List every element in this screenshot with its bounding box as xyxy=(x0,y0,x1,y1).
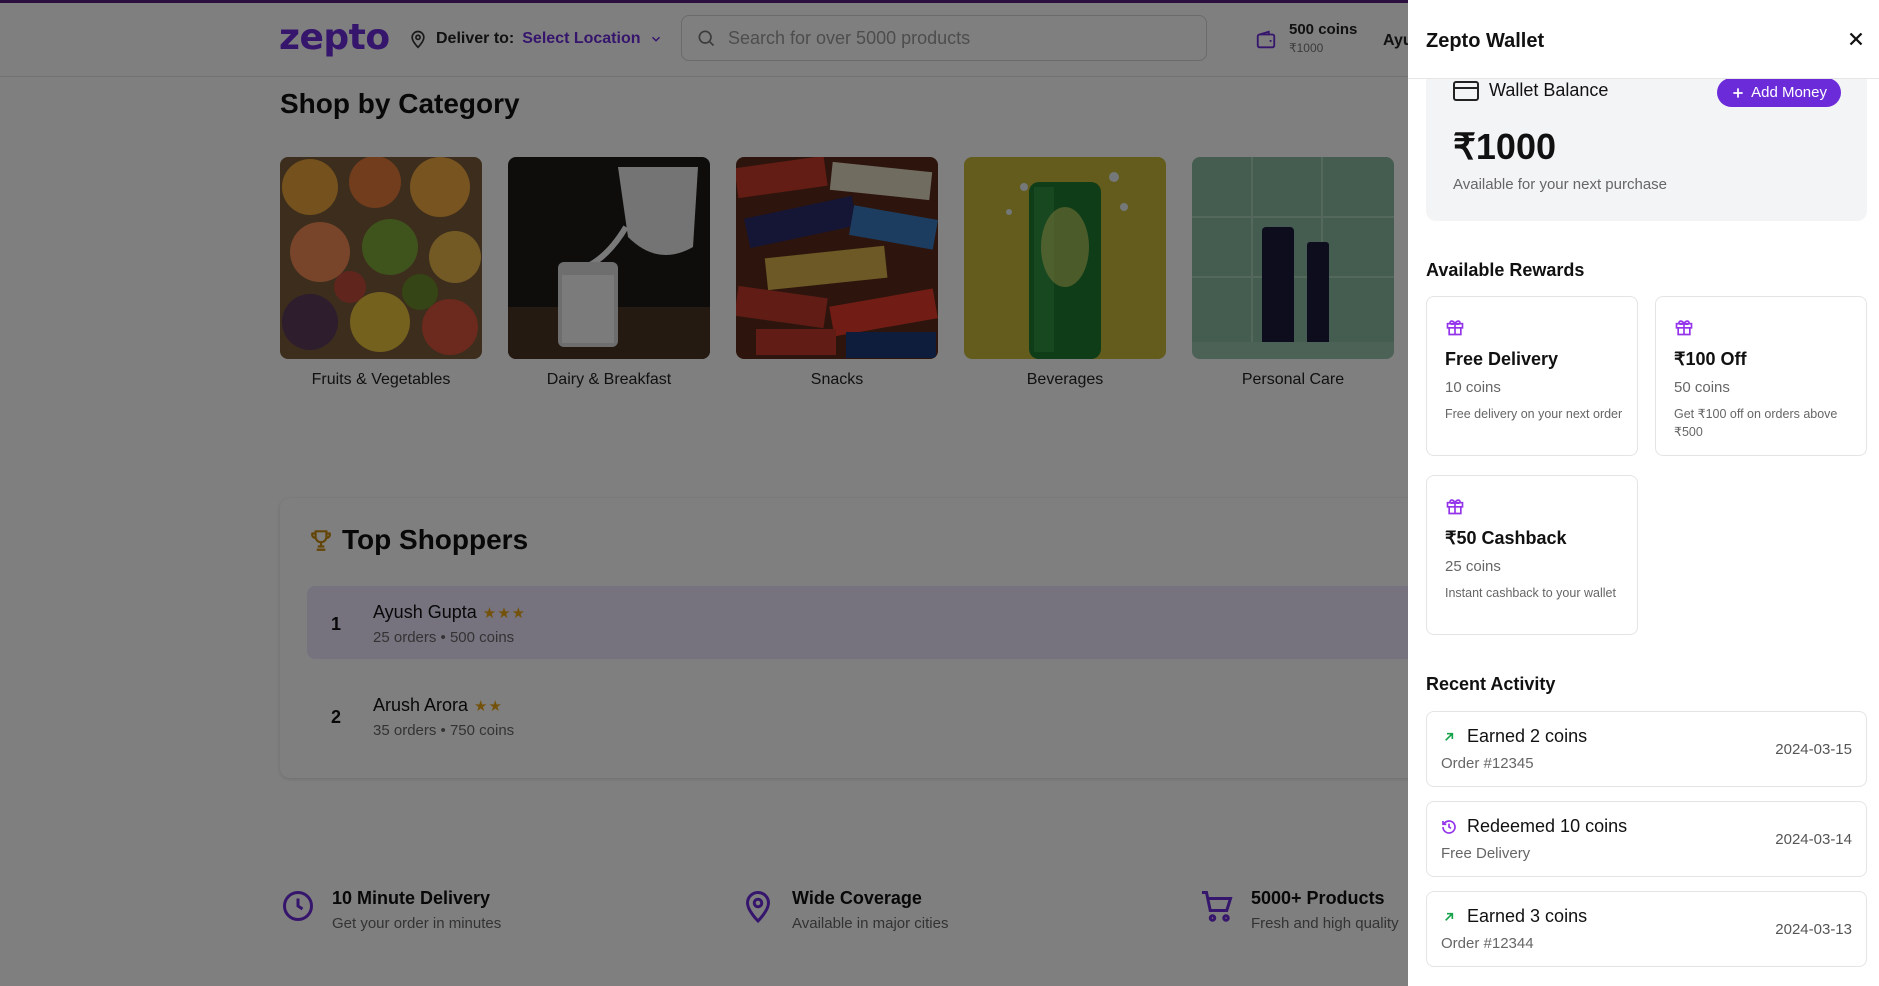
gift-icon xyxy=(1446,320,1464,336)
close-icon[interactable] xyxy=(1845,28,1867,50)
add-money-button[interactable]: Add Money xyxy=(1717,78,1841,107)
reward-card[interactable]: Free Delivery 10 coins Free delivery on … xyxy=(1426,296,1638,456)
activity-title: Redeemed 10 coins xyxy=(1467,816,1628,836)
wallet-balance-note: Available for your next purchase xyxy=(1453,176,1668,193)
arrow-up-right-icon xyxy=(1445,732,1454,741)
reward-title: ₹100 Off xyxy=(1674,349,1747,369)
gift-icon xyxy=(1675,320,1693,336)
wallet-balance-label: Wallet Balance xyxy=(1453,80,1608,101)
arrow-up-right-icon xyxy=(1445,912,1454,921)
credit-card-icon xyxy=(1453,80,1479,101)
wallet-drawer-title: Zepto Wallet xyxy=(1426,30,1545,52)
activity-date: 2024-03-13 xyxy=(1775,921,1852,938)
reward-coins: 25 coins xyxy=(1445,558,1501,575)
available-rewards-heading: Available Rewards xyxy=(1426,260,1585,280)
gift-icon xyxy=(1446,499,1464,515)
plus-icon xyxy=(1733,87,1743,98)
reward-description: Free delivery on your next order xyxy=(1445,407,1623,421)
reward-description: Get ₹100 off on orders above ₹500 xyxy=(1674,407,1838,439)
history-icon xyxy=(1442,820,1456,834)
wallet-balance-amount: ₹1000 xyxy=(1453,126,1556,167)
reward-coins: 10 coins xyxy=(1445,379,1501,396)
reward-title: Free Delivery xyxy=(1445,349,1559,369)
recent-activity-heading: Recent Activity xyxy=(1426,674,1556,694)
wallet-drawer-header: Zepto Wallet xyxy=(1408,0,1879,79)
activity-item: Earned 3 coins Order #12344 2024-03-13 xyxy=(1426,891,1867,967)
activity-date: 2024-03-15 xyxy=(1775,741,1852,758)
activity-subtitle: Order #12344 xyxy=(1441,935,1534,952)
activity-subtitle: Order #12345 xyxy=(1441,755,1534,772)
activity-title: Earned 3 coins xyxy=(1467,906,1588,926)
reward-title: ₹50 Cashback xyxy=(1445,528,1567,548)
activity-item: Redeemed 10 coins Free Delivery 2024-03-… xyxy=(1426,801,1867,877)
reward-description: Instant cashback to your wallet xyxy=(1445,586,1616,600)
activity-date: 2024-03-14 xyxy=(1775,831,1852,848)
wallet-drawer: Wallet Balance Add Money ₹1000 Available… xyxy=(1408,0,1879,986)
reward-coins: 50 coins xyxy=(1674,379,1730,396)
wallet-balance-card: Wallet Balance Add Money ₹1000 Available… xyxy=(1426,66,1867,221)
activity-subtitle: Free Delivery xyxy=(1441,845,1531,862)
activity-item: Earned 2 coins Order #12345 2024-03-15 xyxy=(1426,711,1867,787)
reward-card[interactable]: ₹100 Off 50 coins Get ₹100 off on orders… xyxy=(1655,296,1867,456)
reward-card[interactable]: ₹50 Cashback 25 coins Instant cashback t… xyxy=(1426,475,1638,635)
activity-title: Earned 2 coins xyxy=(1467,726,1588,746)
